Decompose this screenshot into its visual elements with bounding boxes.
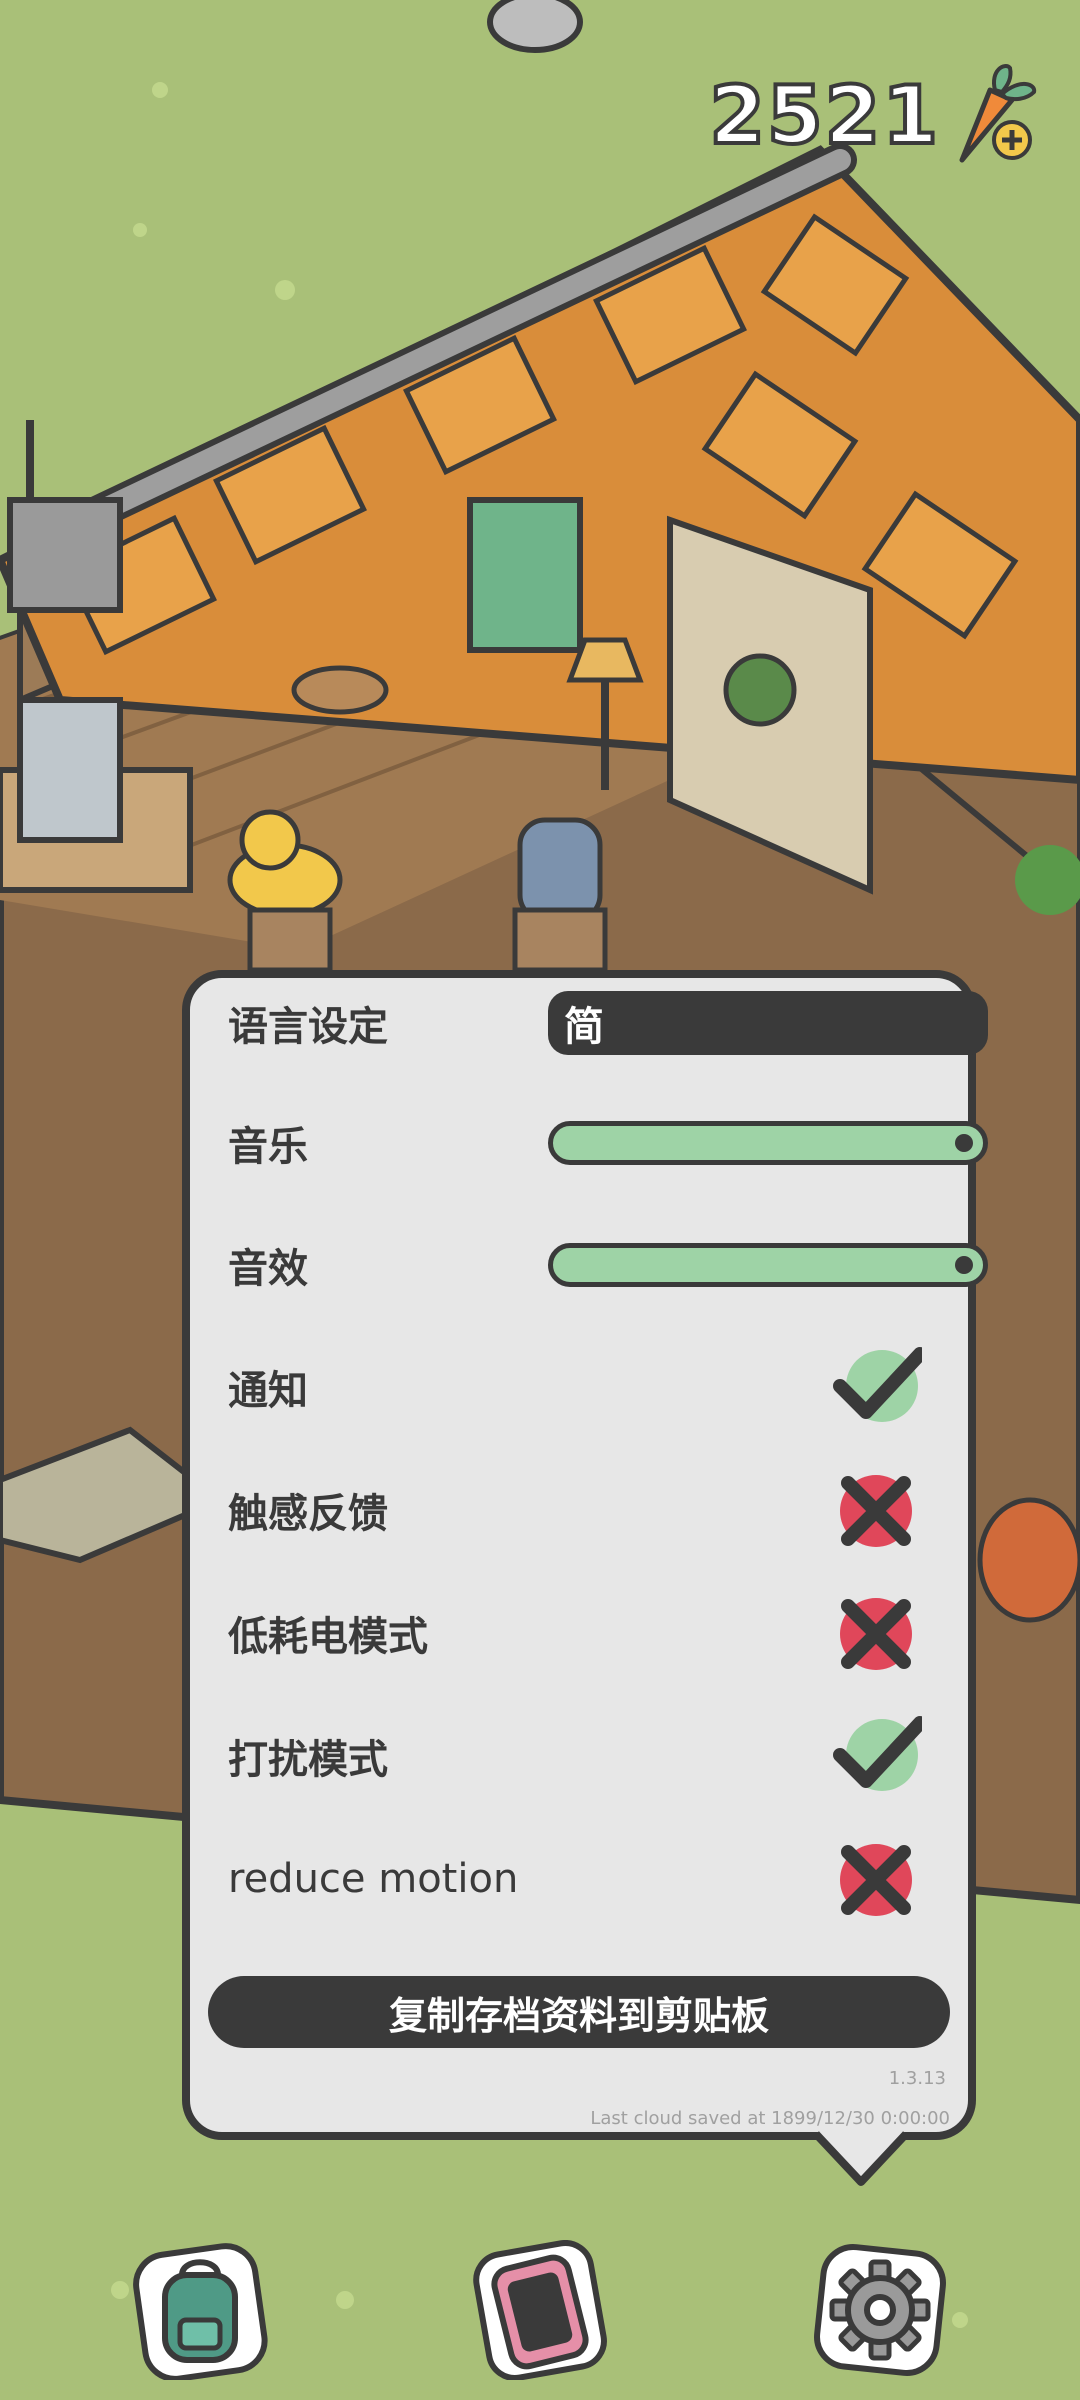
settings-panel: 语言设定 简 音乐 音效 通知 触感反馈 低耗电模式 打扰模式 reduce m… [182,970,988,2140]
power-saving-toggle-cross-icon[interactable] [832,1588,922,1678]
haptics-row: 触感反馈 [228,1465,938,1555]
music-slider[interactable] [548,1121,988,1165]
phone-icon[interactable] [470,2240,610,2380]
power-saving-label: 低耗电模式 [228,1614,428,1660]
cloud-saved-text: Last cloud saved at 1899/12/30 0:00:00 [590,2108,950,2129]
backpack-icon[interactable] [130,2240,270,2380]
disturb-mode-toggle-check-icon[interactable] [832,1711,922,1801]
currency-display[interactable]: 2521 [707,60,1040,170]
version-text: 1.3.13 [888,2068,946,2089]
reduce-motion-label: reduce motion [228,1856,519,1902]
haptics-label: 触感反馈 [228,1491,388,1537]
currency-amount: 2521 [707,67,940,164]
sound-slider-handle[interactable] [955,1256,973,1274]
carrot-plus-icon[interactable] [950,60,1040,170]
notification-toggle-check-icon[interactable] [832,1342,922,1432]
language-row: 语言设定 简 [228,978,988,1068]
language-select[interactable]: 简 [548,991,988,1055]
reduce-motion-row: reduce motion [228,1834,938,1924]
sound-label: 音效 [228,1246,308,1292]
panel-tail [816,2130,906,2186]
haptics-toggle-cross-icon[interactable] [832,1465,922,1555]
disturb-mode-row: 打扰模式 [228,1711,938,1801]
power-saving-row: 低耗电模式 [228,1588,938,1678]
notification-label: 通知 [228,1368,308,1414]
notification-row: 通知 [228,1342,938,1432]
copy-save-data-button[interactable]: 复制存档资料到剪贴板 [208,1976,950,2048]
gear-icon[interactable] [810,2240,950,2380]
sound-slider[interactable] [548,1243,988,1287]
sound-row: 音效 [228,1220,988,1310]
music-slider-handle[interactable] [955,1134,973,1152]
music-row: 音乐 [228,1098,988,1188]
disturb-mode-label: 打扰模式 [228,1737,388,1783]
music-label: 音乐 [228,1124,308,1170]
reduce-motion-toggle-cross-icon[interactable] [832,1834,922,1924]
language-label: 语言设定 [228,1004,388,1050]
